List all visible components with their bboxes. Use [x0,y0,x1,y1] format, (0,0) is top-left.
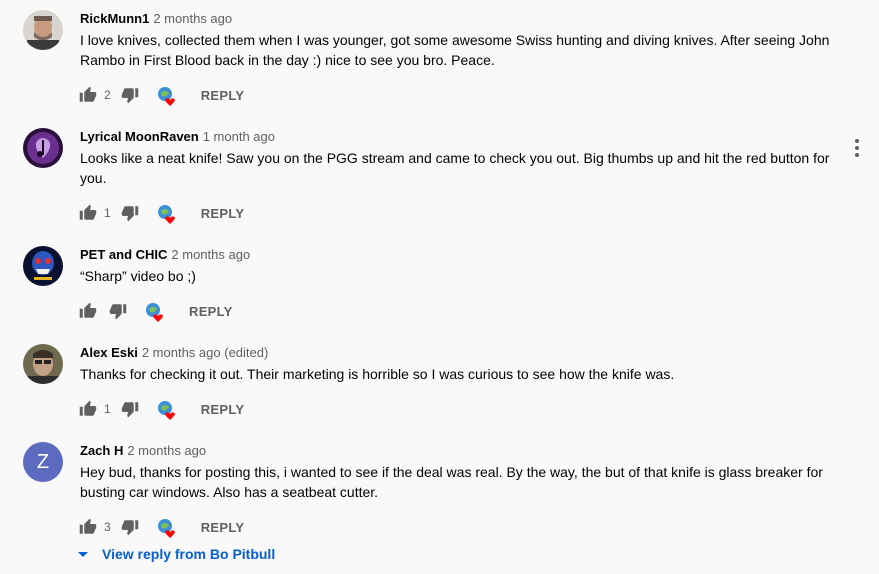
comment-header: Alex Eski 2 months ago (edited) [80,344,268,362]
like-count: 1 [104,402,111,416]
comment-time[interactable]: 2 months ago [153,11,232,26]
comment-text: I love knives, collected them when I was… [80,32,830,68]
reply-button[interactable]: REPLY [201,520,245,535]
avatar[interactable] [23,246,63,286]
thumbs-up-icon[interactable] [79,302,97,320]
comment-text: “Sharp” video bo ;) [80,268,196,284]
more-actions-icon[interactable] [852,139,862,159]
comment-time[interactable]: 2 months ago [127,443,206,458]
thumbs-up-icon[interactable] [79,400,97,418]
creator-heart-icon[interactable] [145,302,163,322]
reply-button[interactable]: REPLY [201,402,245,417]
comment-header: Lyrical MoonRaven 1 month ago [80,128,275,146]
edited-label: (edited) [224,345,269,360]
chevron-down-icon [78,551,88,557]
avatar[interactable] [23,344,63,384]
author-name[interactable]: Zach H [80,443,123,458]
comment-text: Looks like a neat knife! Saw you on the … [80,150,830,186]
avatar[interactable] [23,10,63,50]
thumbs-up-icon[interactable] [79,204,97,222]
author-name[interactable]: Alex Eski [80,345,138,360]
like-count: 1 [104,206,111,220]
thumbs-up-icon[interactable] [79,86,97,104]
comment-text: Hey bud, thanks for posting this, i want… [80,464,823,500]
comment-text: Thanks for checking it out. Their market… [80,366,675,382]
thumbs-up-icon[interactable] [79,518,97,536]
comment-header: PET and CHIC 2 months ago [80,246,250,264]
view-reply-label: View reply from Bo Pitbull [102,546,276,562]
thumbs-down-icon[interactable] [121,86,139,104]
comment-header: Zach H 2 months ago [80,442,206,460]
reply-button[interactable]: REPLY [201,88,245,103]
thumbs-down-icon[interactable] [121,518,139,536]
thumbs-down-icon[interactable] [121,400,139,418]
creator-heart-icon[interactable] [157,518,175,538]
reply-button[interactable]: REPLY [201,206,245,221]
like-count: 3 [104,520,111,534]
author-name[interactable]: Lyrical MoonRaven [80,129,199,144]
comment-actions: 1 REPLY [79,397,244,421]
comment-actions: REPLY [79,299,233,323]
avatar[interactable]: Z [23,442,63,482]
like-count: 2 [104,88,111,102]
comment-time[interactable]: 2 months ago [171,247,250,262]
author-name[interactable]: RickMunn1 [80,11,149,26]
creator-heart-icon[interactable] [157,204,175,224]
thumbs-down-icon[interactable] [109,302,127,320]
comment-actions: 1 REPLY [79,201,244,225]
creator-heart-icon[interactable] [157,86,175,106]
view-reply-button[interactable]: View reply from Bo Pitbull [78,546,275,562]
comment-actions: 3 REPLY [79,515,244,539]
reply-button[interactable]: REPLY [189,304,233,319]
comment-header: RickMunn1 2 months ago [80,10,232,28]
comment-time[interactable]: 1 month ago [203,129,275,144]
avatar-letter: Z [36,451,50,473]
author-name[interactable]: PET and CHIC [80,247,167,262]
comment-actions: 2 REPLY [79,83,244,107]
thumbs-down-icon[interactable] [121,204,139,222]
creator-heart-icon[interactable] [157,400,175,420]
avatar[interactable] [23,128,63,168]
comment-time[interactable]: 2 months ago [142,345,221,360]
